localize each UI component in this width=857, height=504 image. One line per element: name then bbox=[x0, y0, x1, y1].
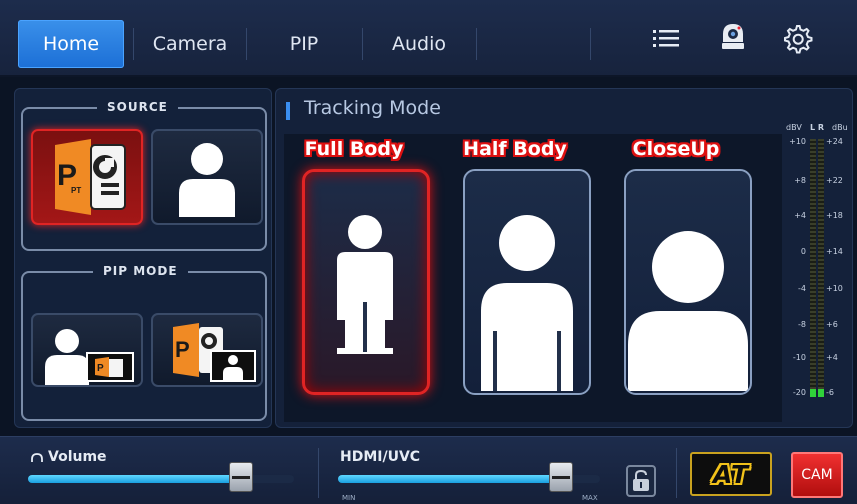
top-tab-bar: Home Camera PIP Audio bbox=[0, 0, 857, 77]
hdmi-uvc-label: HDMI/UVC bbox=[340, 449, 421, 465]
vu-tick-left: +10 bbox=[789, 137, 806, 146]
volume-slider[interactable] bbox=[28, 475, 294, 483]
vu-tick-right: +14 bbox=[826, 247, 843, 256]
half-body-person-icon bbox=[481, 215, 573, 391]
vu-right-channel bbox=[818, 139, 824, 397]
vu-tick-right: +4 bbox=[826, 353, 838, 362]
pip-ppt-main-icon: P bbox=[173, 323, 256, 382]
vu-left-level bbox=[810, 389, 816, 397]
vu-tick-left: 0 bbox=[800, 247, 806, 256]
settings-gear-icon[interactable] bbox=[780, 22, 814, 56]
vu-tick-left: -4 bbox=[798, 284, 806, 293]
bottom-divider bbox=[318, 448, 319, 498]
lock-icon bbox=[633, 469, 649, 491]
vu-header-dbu: dBu bbox=[832, 123, 848, 132]
tab-divider bbox=[476, 28, 477, 60]
vu-tick-left: +8 bbox=[794, 176, 806, 185]
vu-tick-left: +4 bbox=[794, 211, 806, 220]
pip-mode-ppt-tile[interactable]: P bbox=[151, 313, 263, 387]
camera-device-icon[interactable] bbox=[716, 22, 750, 56]
vu-tick-left: -20 bbox=[792, 388, 806, 397]
vu-tick-right: +22 bbox=[826, 176, 843, 185]
vu-header-dbv: dBV bbox=[786, 123, 802, 132]
bottom-divider bbox=[676, 448, 677, 498]
tab-divider bbox=[246, 28, 247, 60]
tracking-mode-panel: Tracking Mode Full Body Half Body CloseU… bbox=[275, 88, 853, 428]
volume-slider-knob[interactable] bbox=[228, 462, 253, 492]
tracking-mode-title: Tracking Mode bbox=[304, 97, 441, 119]
volume-label: Volume bbox=[48, 449, 107, 465]
person-camera-icon bbox=[179, 143, 235, 217]
svg-text:P: P bbox=[175, 337, 190, 362]
source-title: SOURCE bbox=[97, 100, 178, 114]
ppt-presentation-icon: P PT bbox=[55, 139, 126, 215]
vu-tick-right: +18 bbox=[826, 211, 843, 220]
vu-left-channel bbox=[810, 139, 816, 397]
auto-tracking-label: AT bbox=[712, 460, 749, 489]
source-camera-tile[interactable] bbox=[151, 129, 263, 225]
vu-tick-right: +6 bbox=[826, 320, 838, 329]
vu-tick-right: -6 bbox=[826, 388, 834, 397]
cam-button[interactable]: CAM bbox=[791, 452, 843, 498]
lock-button[interactable] bbox=[626, 465, 656, 497]
source-ppt-tile[interactable]: P PT bbox=[31, 129, 143, 225]
tab-divider bbox=[590, 28, 591, 60]
audio-level-meter: dBV L R dBu +10 +8 +4 0 -4 -8 -10 -20 +2… bbox=[786, 123, 850, 419]
vu-tick-left: -8 bbox=[798, 320, 806, 329]
tab-home[interactable]: Home bbox=[18, 20, 124, 68]
hdmi-max-label: MAX bbox=[582, 494, 598, 502]
headphones-icon bbox=[30, 451, 44, 465]
hdmi-uvc-slider-knob[interactable] bbox=[548, 462, 573, 492]
vu-tick-right: +24 bbox=[826, 137, 843, 146]
tracking-stage: Full Body Half Body CloseUp bbox=[284, 134, 782, 422]
hdmi-min-label: MIN bbox=[342, 494, 356, 502]
auto-tracking-button[interactable]: AT bbox=[690, 452, 772, 496]
tab-pip[interactable]: PIP bbox=[250, 20, 358, 68]
full-body-person-icon bbox=[337, 215, 393, 354]
svg-text:P: P bbox=[97, 363, 104, 374]
tab-divider bbox=[362, 28, 363, 60]
svg-text:PT: PT bbox=[71, 186, 81, 195]
title-accent-mark bbox=[286, 102, 290, 120]
pip-person-main-icon: P bbox=[45, 329, 134, 385]
full-body-label: Full Body bbox=[304, 138, 404, 160]
list-icon[interactable] bbox=[650, 22, 684, 56]
vu-right-level bbox=[818, 389, 824, 397]
vu-tick-right: +10 bbox=[826, 284, 843, 293]
closeup-label: CloseUp bbox=[632, 138, 720, 160]
half-body-mode-button[interactable] bbox=[463, 169, 591, 395]
closeup-person-icon bbox=[628, 231, 748, 391]
tab-camera[interactable]: Camera bbox=[136, 20, 244, 68]
half-body-label: Half Body bbox=[463, 138, 567, 160]
pip-mode-person-tile[interactable]: P bbox=[31, 313, 143, 387]
left-panel: SOURCE P PT PIP MODE P P bbox=[14, 88, 272, 428]
volume-slider-fill bbox=[28, 475, 241, 483]
closeup-mode-button[interactable] bbox=[624, 169, 752, 395]
tab-divider bbox=[133, 28, 134, 60]
vu-tick-left: -10 bbox=[792, 353, 806, 362]
vu-header-lr: L R bbox=[810, 123, 825, 132]
pip-mode-title: PIP MODE bbox=[93, 264, 188, 278]
tab-audio[interactable]: Audio bbox=[365, 20, 473, 68]
full-body-mode-button[interactable] bbox=[302, 169, 430, 395]
hdmi-uvc-slider-fill bbox=[338, 475, 561, 483]
